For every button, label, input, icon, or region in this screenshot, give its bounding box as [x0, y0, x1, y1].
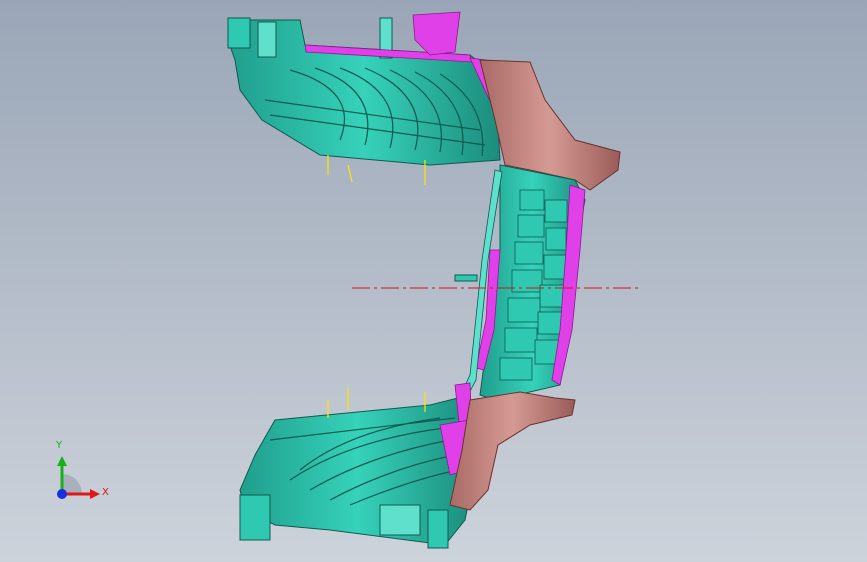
coordinate-triad: Y X [50, 440, 120, 510]
y-axis-label: Y [56, 440, 63, 451]
upper-arm[interactable] [227, 11, 506, 185]
lower-rose-bracket[interactable] [449, 391, 576, 511]
lower-arm[interactable] [239, 382, 476, 549]
x-axis-label: X [102, 487, 109, 498]
center-column[interactable] [454, 164, 586, 401]
3d-viewport[interactable]: Y X [0, 0, 867, 562]
z-axis-dot [57, 489, 67, 499]
cad-part-model[interactable] [0, 0, 867, 562]
